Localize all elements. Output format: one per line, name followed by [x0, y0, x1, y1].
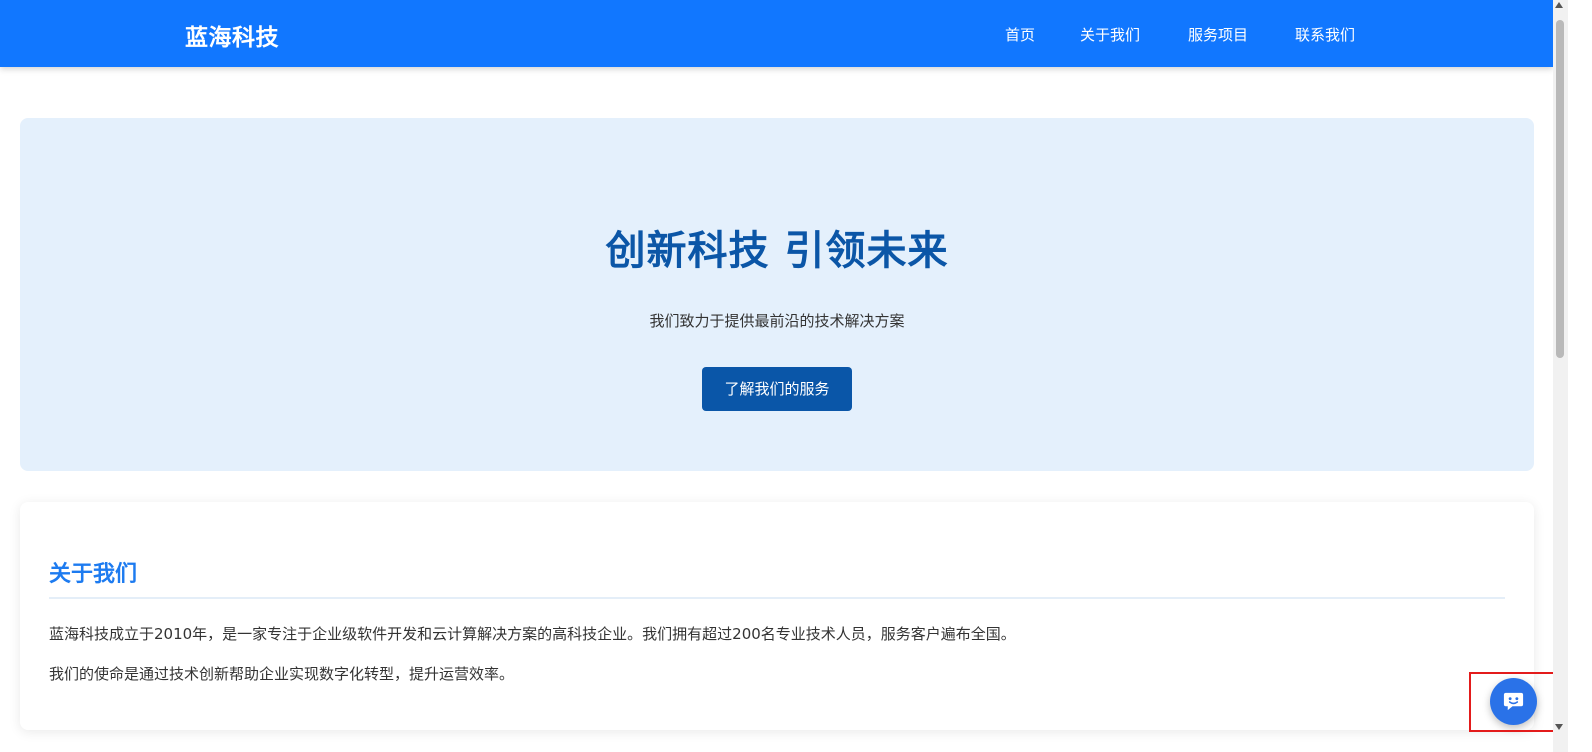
learn-services-button[interactable]: 了解我们的服务 — [702, 367, 852, 411]
highlight-box — [1469, 672, 1555, 732]
section-divider — [49, 597, 1505, 599]
nav-item-about[interactable]: 关于我们 — [1080, 24, 1140, 45]
nav-item-services[interactable]: 服务项目 — [1188, 24, 1248, 45]
scroll-up-arrow-icon[interactable] — [1555, 2, 1563, 8]
about-paragraph: 我们的使命是通过技术创新帮助企业实现数字化转型，提升运营效率。 — [49, 665, 515, 683]
nav-item-home[interactable]: 首页 — [1005, 24, 1035, 45]
brand-logo-text[interactable]: 蓝海科技 — [185, 18, 279, 52]
scroll-down-arrow-icon[interactable] — [1555, 724, 1563, 730]
hero-title: 创新科技 引领未来 — [605, 228, 949, 274]
hero-banner: 创新科技 引领未来 我们致力于提供最前沿的技术解决方案 了解我们的服务 — [20, 118, 1534, 471]
hero-subtitle: 我们致力于提供最前沿的技术解决方案 — [649, 312, 905, 330]
nav-item-contact[interactable]: 联系我们 — [1295, 24, 1355, 45]
site-header: 蓝海科技 首页 关于我们 服务项目 联系我们 — [0, 0, 1553, 67]
scrollbar-thumb[interactable] — [1556, 20, 1564, 358]
about-section: 关于我们 蓝海科技成立于2010年，是一家专注于企业级软件开发和云计算解决方案的… — [20, 502, 1534, 730]
about-paragraph: 蓝海科技成立于2010年，是一家专注于企业级软件开发和云计算解决方案的高科技企业… — [49, 625, 1016, 643]
about-title: 关于我们 — [49, 562, 138, 587]
